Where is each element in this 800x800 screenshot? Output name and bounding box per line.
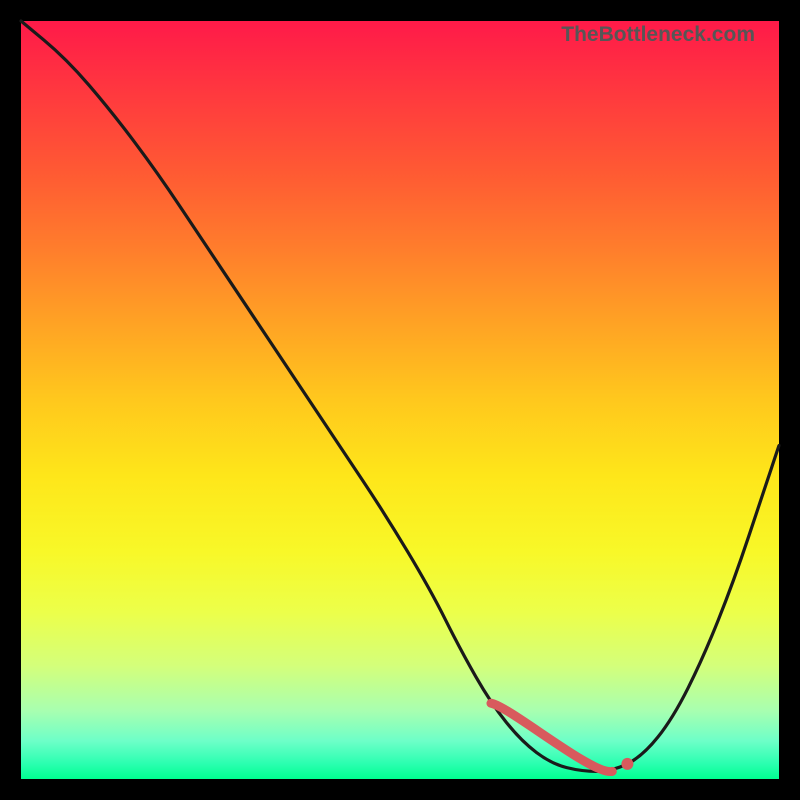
optimal-point-dot (621, 758, 633, 770)
bottleneck-curve (21, 21, 779, 771)
plot-area: TheBottleneck.com (21, 21, 779, 779)
chart-frame: TheBottleneck.com (0, 0, 800, 800)
chart-svg (21, 21, 779, 779)
